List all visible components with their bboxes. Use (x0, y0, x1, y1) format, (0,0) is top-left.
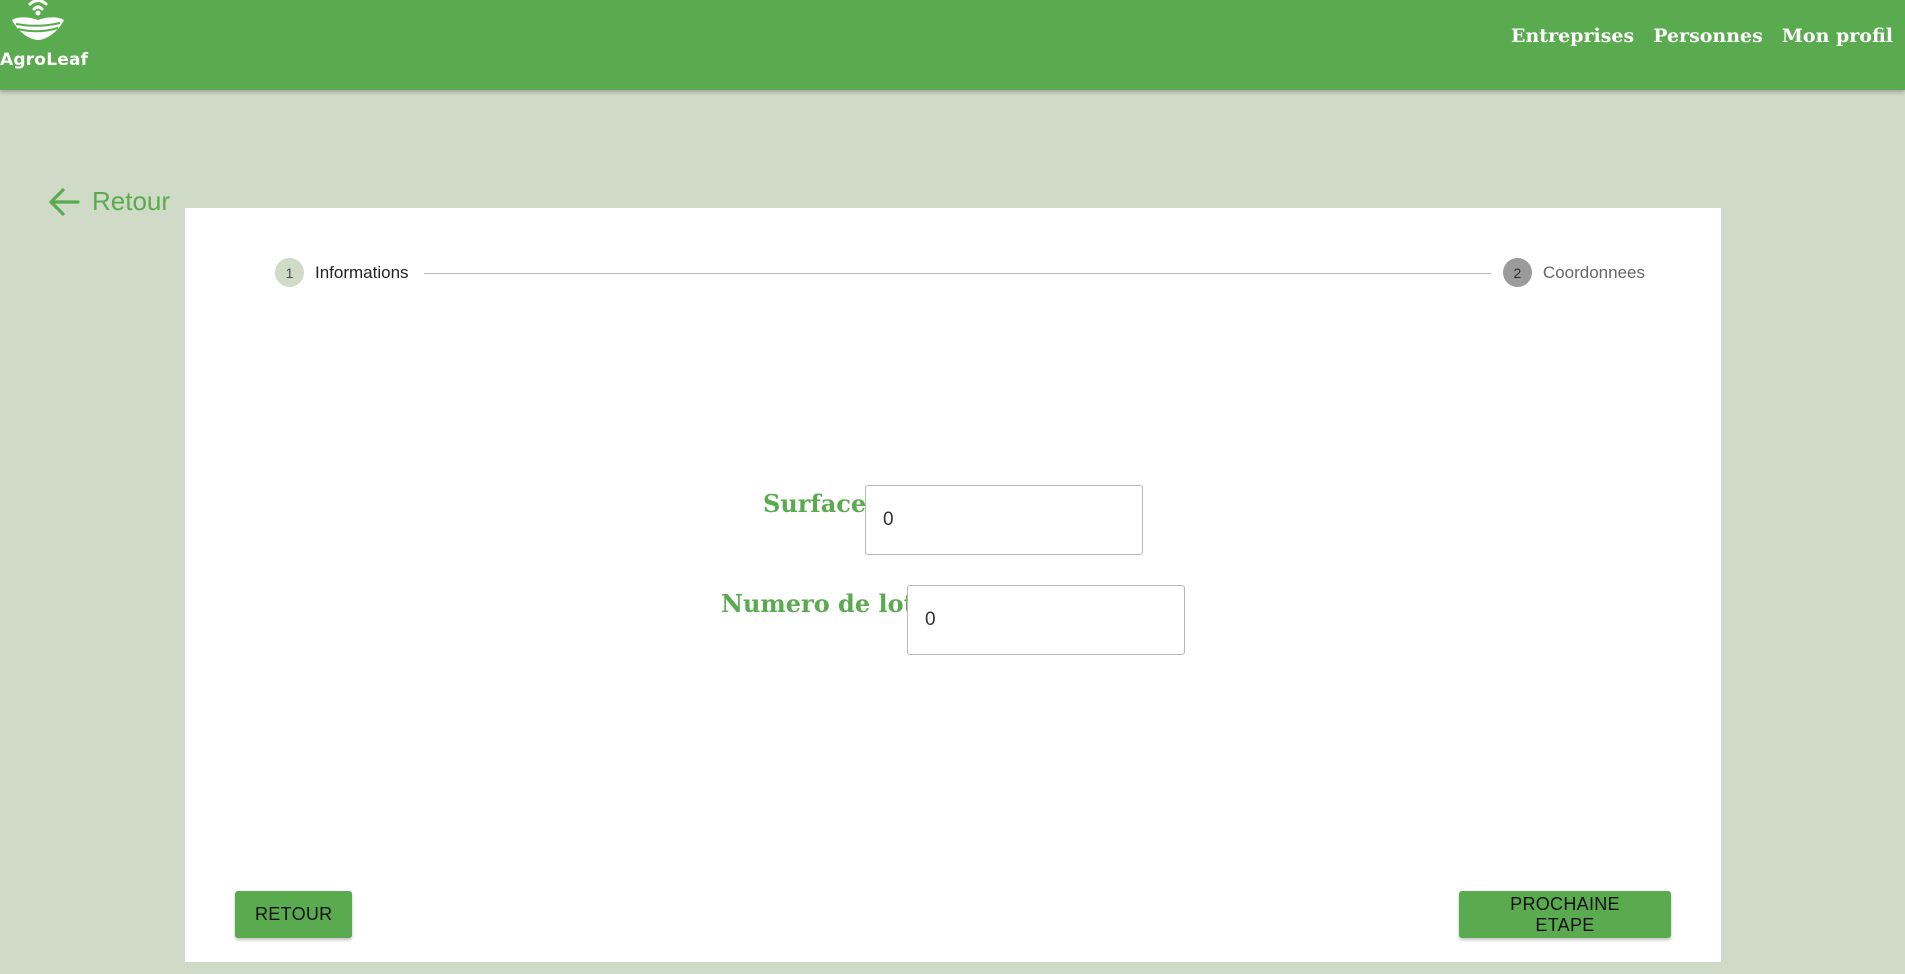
nav-links: Entreprises Personnes Mon profil (1511, 25, 1893, 47)
step-connector (424, 273, 1491, 274)
numero-lot-input[interactable] (907, 585, 1185, 655)
surface-input[interactable] (865, 485, 1143, 555)
surface-label: Surface: (763, 489, 876, 518)
back-link-label: Retour (92, 186, 171, 216)
prochaine-etape-button[interactable]: PROCHAINE ETAPE (1459, 891, 1671, 938)
back-link[interactable]: Retour (48, 186, 170, 217)
arrow-left-icon (49, 187, 80, 216)
leaf-wifi-icon (12, 0, 64, 40)
nav-mon-profil[interactable]: Mon profil (1782, 25, 1893, 47)
nav-personnes[interactable]: Personnes (1653, 25, 1763, 47)
step-label: Informations (315, 262, 409, 282)
nav-entreprises[interactable]: Entreprises (1511, 25, 1634, 47)
step-number-circle: 1 (275, 258, 304, 287)
numero-lot-label: Numero de lot: (721, 589, 924, 618)
step-informations[interactable]: 1 Informations (275, 258, 409, 287)
step-label: Coordonnees (1542, 262, 1645, 282)
agroleaf-logo[interactable]: AgroLeaf (0, 0, 88, 74)
step-number-circle: 2 (1502, 258, 1532, 287)
retour-button[interactable]: RETOUR (235, 891, 352, 938)
step-coordonnees[interactable]: 2 Coordonnees (1502, 258, 1645, 287)
brand-name: AgroLeaf (0, 50, 89, 70)
stepper: 1 Informations 2 Coordonnees (275, 258, 1645, 290)
form-card: 1 Informations 2 Coordonnees Surface: Nu… (185, 208, 1721, 962)
top-navbar: AgroLeaf Entreprises Personnes Mon profi… (0, 0, 1905, 90)
